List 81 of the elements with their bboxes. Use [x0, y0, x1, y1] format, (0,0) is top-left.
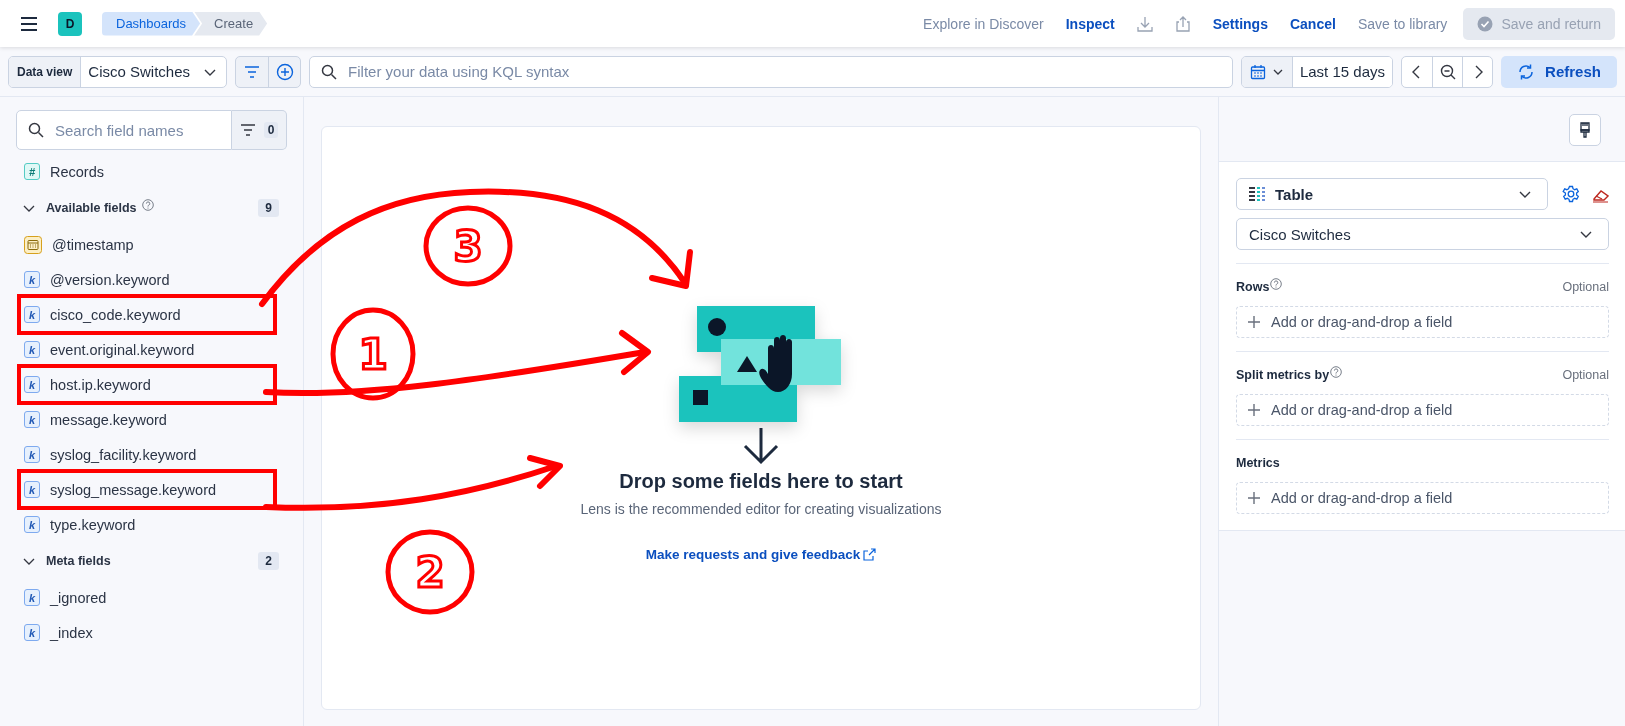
field-name[interactable]: @version.keyword: [50, 271, 170, 288]
field-name[interactable]: _index: [50, 624, 93, 641]
zoom-out-icon: [1439, 63, 1456, 80]
add-field-button[interactable]: Add or drag-and-drop a field: [1236, 482, 1609, 514]
data-view-select[interactable]: Cisco Switches: [1236, 218, 1609, 250]
filter-count: 0: [263, 122, 279, 138]
data-view-label: Data view: [9, 56, 82, 87]
search-icon: [28, 122, 44, 138]
breadcrumb[interactable]: Dashboards: [102, 11, 201, 36]
field-type-icon: #: [24, 163, 40, 180]
header-link[interactable]: Cancel: [1289, 15, 1336, 32]
field-name[interactable]: _ignored: [50, 589, 107, 606]
field-name[interactable]: event.original.keyword: [50, 341, 195, 358]
field-type-icon: k: [24, 481, 40, 498]
field-name[interactable]: Records: [50, 163, 104, 180]
field-type-icon: k: [24, 411, 40, 428]
field-name[interactable]: @timestamp: [52, 236, 134, 253]
section-title: Rows: [1236, 280, 1270, 294]
header-link[interactable]: Settings: [1212, 15, 1268, 32]
field-type-icon: k: [24, 624, 40, 641]
breadcrumb[interactable]: Create: [194, 11, 268, 36]
field-type-icon: k: [24, 306, 40, 323]
circled-number: 2: [385, 529, 475, 615]
field-name[interactable]: cisco_code.keyword: [50, 306, 181, 323]
plus-icon: [1247, 403, 1261, 417]
field-name[interactable]: host.ip.keyword: [50, 376, 151, 393]
style-button[interactable]: [1569, 114, 1601, 146]
field-type-icon: k: [24, 446, 40, 463]
plus-icon: [1247, 491, 1261, 505]
field-type-icon: k: [24, 341, 40, 358]
search-field[interactable]: Search field names: [16, 110, 232, 150]
check-icon: [1477, 15, 1494, 32]
data-view-value: Cisco Switches: [88, 63, 191, 80]
header-link[interactable]: Inspect: [1065, 15, 1115, 32]
arrow-down-icon: [741, 426, 781, 466]
chart-type-select[interactable]: Table: [1236, 178, 1548, 210]
optional-label: Optional: [1562, 368, 1609, 382]
query-field[interactable]: Filter your data using KQL syntax: [309, 55, 1233, 88]
field-type-icon: k: [24, 516, 40, 533]
plus-icon: [1247, 315, 1261, 329]
external-link-icon: [862, 547, 877, 562]
filter-icon: [239, 122, 256, 138]
field-name[interactable]: message.keyword: [50, 411, 167, 428]
filter-icon: [244, 63, 261, 80]
optional-label: Optional: [1562, 280, 1609, 294]
add-field-button[interactable]: Add or drag-and-drop a field: [1236, 306, 1609, 338]
add-icon: [275, 62, 294, 81]
empty-state-title: Drop some fields here to start: [619, 470, 903, 493]
search-icon: [321, 63, 338, 80]
chart-type-value: Table: [1275, 185, 1314, 203]
calendar-icon: [1249, 63, 1266, 80]
date-quick-menu-button[interactable]: [1241, 56, 1293, 87]
group-title[interactable]: Available fields: [46, 201, 137, 215]
circled-number: 3: [423, 205, 513, 287]
field-name[interactable]: syslog_facility.keyword: [50, 446, 197, 463]
feedback-link[interactable]: Make requests and give feedback: [645, 547, 877, 562]
field-type-icon: k: [24, 376, 40, 393]
group-title[interactable]: Meta fields: [46, 554, 111, 568]
settings-icon[interactable]: [1562, 185, 1580, 203]
field-name[interactable]: type.keyword: [50, 516, 136, 533]
section-title: Split metrics by: [1236, 368, 1330, 382]
data-view-value: Cisco Switches: [1249, 225, 1351, 243]
field-type-icon: k: [24, 589, 40, 606]
space-avatar[interactable]: D: [58, 11, 82, 36]
paintbrush-icon: [1577, 122, 1593, 138]
field-count-badge: 2: [258, 552, 279, 570]
table-icon: [1249, 187, 1266, 201]
circled-number: 1: [330, 307, 416, 401]
field-count-badge: 9: [258, 199, 279, 217]
data-view-picker[interactable]: Data view Cisco Switches: [8, 55, 228, 88]
refresh-icon: [1517, 62, 1536, 81]
field-name[interactable]: syslog_message.keyword: [50, 481, 217, 498]
calendar-icon: [24, 235, 42, 254]
field-type-icon: k: [24, 271, 40, 288]
add-field-button[interactable]: Add or drag-and-drop a field: [1236, 394, 1609, 426]
section-title: Metrics: [1236, 456, 1280, 470]
menu-icon[interactable]: [20, 14, 38, 33]
field-filter-button[interactable]: 0: [232, 110, 287, 150]
empty-state-description: Lens is the recommended editor for creating visualizations: [580, 501, 942, 517]
time-range-button[interactable]: Last 15 days: [1292, 56, 1392, 87]
refresh-button[interactable]: Refresh: [1501, 55, 1617, 88]
